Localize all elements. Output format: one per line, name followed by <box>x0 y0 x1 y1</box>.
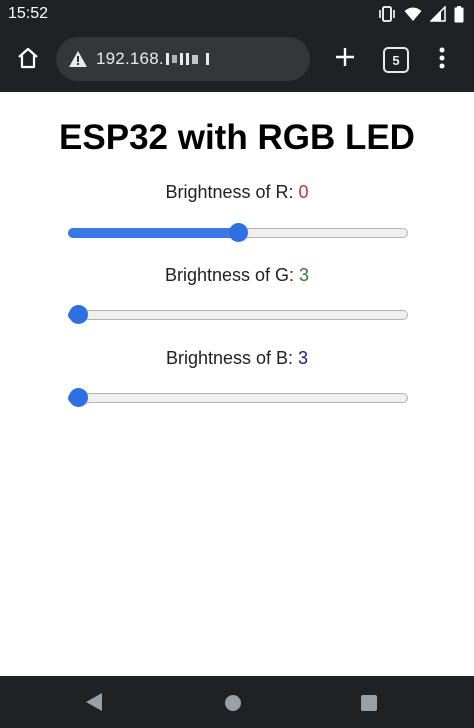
slider-r[interactable] <box>68 223 408 243</box>
status-bar: 15:52 <box>0 0 474 28</box>
slider-value-r: 0 <box>298 182 309 202</box>
slider-label-r: Brightness of R: 0 <box>0 182 474 203</box>
slider-g[interactable] <box>68 305 408 325</box>
status-time: 15:52 <box>8 5 49 22</box>
plus-icon <box>334 46 356 73</box>
slider-b[interactable] <box>68 388 408 408</box>
menu-button[interactable] <box>428 42 456 78</box>
wifi-icon <box>404 6 422 22</box>
url-redacted-segment <box>165 51 209 67</box>
home-button[interactable] <box>10 42 46 78</box>
slider-label-g: Brightness of G: 3 <box>0 265 474 286</box>
navigation-bar <box>0 676 474 728</box>
browser-toolbar: 192.168. 5 <box>0 28 474 92</box>
slider-label-b-text: Brightness of B: <box>165 348 299 368</box>
slider-track <box>68 393 408 403</box>
slider-label-g-text: Brightness of G: <box>164 265 300 285</box>
slider-label-r-text: Brightness of R: <box>165 182 299 202</box>
warning-icon[interactable] <box>68 49 88 69</box>
slider-thumb[interactable] <box>69 388 88 407</box>
page-title: ESP32 with RGB LED <box>59 118 415 157</box>
more-vert-icon <box>439 47 445 74</box>
slider-value-g: 3 <box>299 265 310 285</box>
new-tab-button[interactable] <box>328 42 362 76</box>
back-icon[interactable] <box>85 692 103 717</box>
url-text: 192.168. <box>96 49 164 68</box>
slider-fill <box>68 228 238 238</box>
vibrate-icon <box>378 6 396 22</box>
web-page: ESP32 with RGB LED Brightness of R: 0 Br… <box>0 92 474 676</box>
slider-thumb[interactable] <box>69 305 88 324</box>
status-icons <box>378 5 464 23</box>
slider-label-b: Brightness of B: 3 <box>0 348 474 369</box>
slider-thumb[interactable] <box>229 223 248 242</box>
home-icon <box>16 46 40 75</box>
tab-switcher-button[interactable]: 5 <box>383 47 409 73</box>
home-circle-icon[interactable] <box>224 694 242 717</box>
slider-track <box>68 310 408 320</box>
slider-value-b: 3 <box>298 348 309 368</box>
battery-icon <box>454 5 464 23</box>
address-bar[interactable]: 192.168. <box>56 37 310 81</box>
cellular-signal-icon <box>430 6 446 22</box>
recents-icon[interactable] <box>361 695 377 716</box>
